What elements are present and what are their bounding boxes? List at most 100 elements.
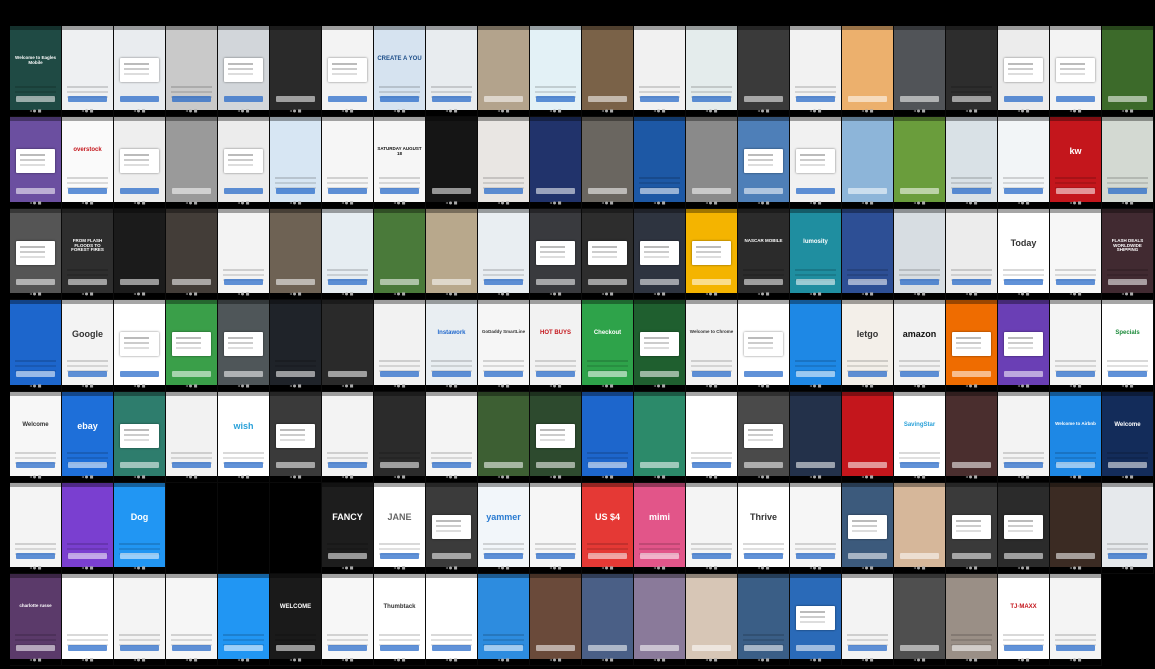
status-bar [842,574,893,579]
app-screenshot-tile [166,117,218,209]
app-screenshot-tile: CREATE A YOU [374,26,426,118]
app-screenshot-tile [218,300,270,392]
tile-button [328,461,367,468]
app-screenshot-tile [738,574,790,666]
status-bar [686,391,737,396]
status-bar [62,117,113,122]
dialog-box [536,240,575,265]
status-bar [998,391,1049,396]
status-bar [114,117,165,122]
tile-button [692,96,731,103]
app-screenshot-tile [1050,482,1102,575]
tile-label: HOT BUYS [539,330,571,337]
content-lines [483,177,524,180]
status-bar [374,26,425,30]
tile-button [328,96,367,103]
android-nav-bar [218,201,269,208]
content-lines [1003,268,1044,271]
tile-button [640,644,679,651]
status-bar [478,117,529,122]
tile-button [1056,461,1095,468]
tile-button [900,187,939,194]
status-bar [62,574,113,579]
status-bar [114,208,165,213]
tile-button [432,279,471,286]
tile-label: CREATE A YOU [377,56,422,62]
tile-label: FLASH DEALS WORLDWIDE SHIPPING [1111,237,1144,253]
app-screenshot-tile [218,117,270,209]
status-bar [270,26,321,30]
app-screenshot-tile [218,574,270,666]
status-bar [634,26,685,30]
app-screenshot-tile: kw [1050,117,1102,209]
status-bar [790,391,841,396]
tile-button [744,279,783,286]
tile-button [796,553,835,560]
content-lines [67,360,108,363]
app-screenshot-tile [894,26,946,118]
android-nav-bar [946,475,997,482]
app-screenshot-tile [10,300,62,392]
app-screenshot-tile: SavingStar [894,391,946,483]
tile-button [120,370,159,377]
content-lines [587,360,628,363]
dialog-box [1004,514,1043,539]
app-screenshot-tile [270,391,322,483]
app-screenshot-tile [1050,26,1102,118]
dialog-box [120,332,159,357]
android-nav-bar [582,110,633,117]
android-nav-bar [114,110,165,117]
content-lines [1055,268,1096,271]
tile-button [120,644,159,651]
app-screenshot-tile [790,300,842,392]
app-screenshot-tile [426,208,478,301]
android-nav-bar [270,475,321,482]
app-screenshot-tile [998,300,1050,392]
tile-button [380,187,419,194]
app-screenshot-tile [582,391,634,483]
tile-button [484,370,523,377]
android-nav-bar [894,567,945,574]
app-screenshot-tile [426,482,478,575]
app-screenshot-tile [1102,117,1154,209]
content-lines [1107,451,1148,454]
content-lines [67,542,108,545]
tile-button [692,553,731,560]
app-screenshot-tile [946,208,998,301]
status-bar [738,391,789,396]
android-nav-bar [374,475,425,482]
app-screenshot-tile [790,574,842,666]
tile-button [276,461,315,468]
tile-button [536,187,575,194]
app-screenshot-tile [478,574,530,666]
dialog-box [952,514,991,539]
app-screenshot-tile: FROM FLASH FLOODS TO FOREST FIRES [62,208,114,301]
app-screenshot-tile [842,208,894,301]
tile-button [1108,553,1147,560]
android-nav-bar [946,201,997,208]
status-bar [322,117,373,122]
content-lines [639,86,680,88]
top-bar [0,0,1155,26]
tile-button [68,461,107,468]
content-lines [847,268,888,271]
app-screenshot-tile [530,117,582,209]
content-lines [15,86,56,88]
app-screenshot-tile [582,26,634,118]
tile-button [692,187,731,194]
app-screenshot-tile [634,300,686,392]
app-screenshot-tile [530,26,582,118]
status-bar [634,574,685,579]
tile-label: Dog [130,511,149,522]
status-bar [686,574,737,579]
android-nav-bar [738,201,789,208]
app-screenshot-tile [1050,300,1102,392]
tile-button [952,644,991,651]
content-lines [847,634,888,637]
tile-button [432,96,471,103]
tile-button [1108,370,1147,377]
status-bar [218,300,269,305]
app-screenshot-tile [270,482,322,575]
content-lines [1055,177,1096,180]
tile-button [744,644,783,651]
